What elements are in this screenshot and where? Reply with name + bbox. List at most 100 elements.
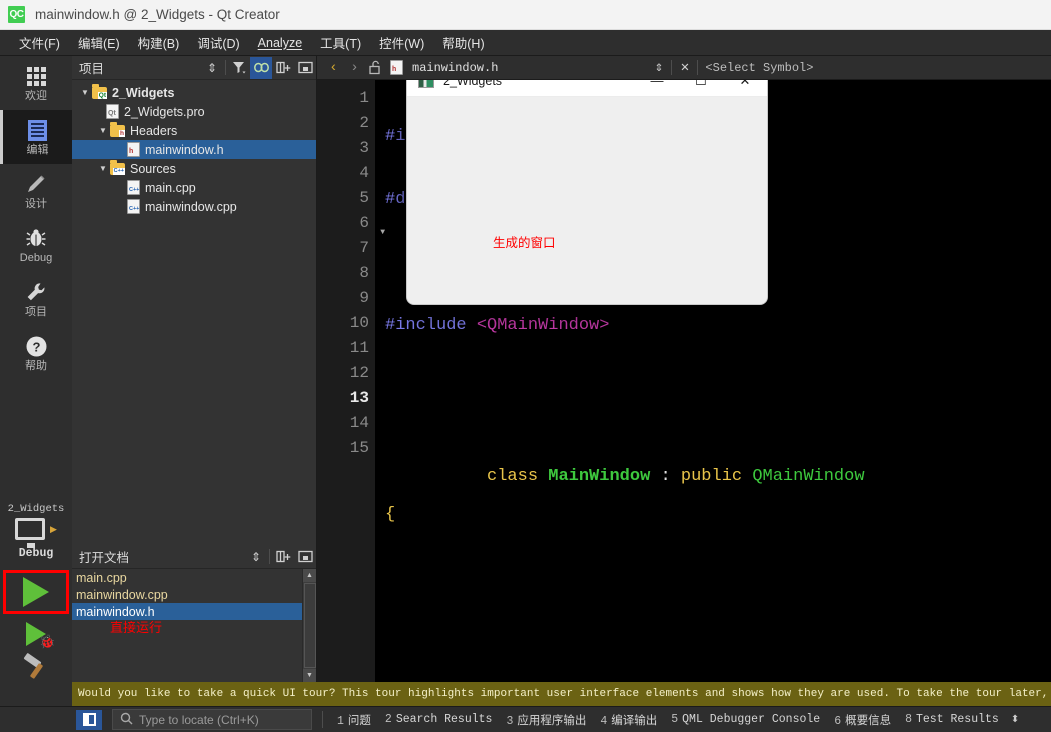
scroll-up-arrow-icon[interactable]: ▲ — [302, 569, 316, 582]
run-button[interactable] — [3, 570, 69, 614]
menu-edit[interactable]: 编辑(E) — [69, 30, 129, 55]
ui-tour-banner[interactable]: Would you like to take a quick UI tour? … — [0, 682, 1051, 706]
mode-welcome[interactable]: 欢迎 — [0, 56, 72, 110]
scroll-down-arrow-icon[interactable]: ▼ — [302, 669, 316, 682]
kit-selector[interactable]: 2_Widgets ▶ Debug 🐞 — [0, 503, 72, 682]
statusbar: Type to locate (Ctrl+K) 1 问题 2 Search Resu… — [0, 706, 1051, 732]
close-panel-icon[interactable] — [294, 57, 316, 79]
app-window-titlebar[interactable]: 2_Widgets — ☐ ✕ — [407, 80, 767, 97]
line-number: 3 — [359, 139, 369, 157]
start-debugging-button[interactable]: 🐞 — [26, 622, 55, 649]
chevron-down-icon[interactable]: ▼ — [96, 126, 110, 135]
code-token: : — [650, 467, 681, 486]
code-token: QMainWindow — [752, 467, 865, 486]
line-number: 1 — [359, 89, 369, 107]
chevron-down-icon[interactable]: ▼ — [78, 88, 92, 97]
menu-help[interactable]: 帮助(H) — [433, 30, 493, 55]
sort-toggle-icon[interactable]: ⇕ — [245, 546, 267, 568]
folder-icon: Qt — [92, 83, 107, 99]
status-panel-compile-output[interactable]: 4 编译输出 — [600, 712, 657, 728]
filter-icon[interactable] — [228, 57, 250, 79]
tree-item-project[interactable]: ▼ Qt 2_Widgets — [72, 83, 316, 102]
panel-number: 1 — [337, 714, 344, 728]
unlocked-padlock-icon[interactable] — [365, 57, 386, 79]
code-line: class MainWindow : public QMainWindow — [385, 439, 1051, 486]
open-documents-list[interactable]: main.cpp mainwindow.cpp mainwindow.h ▲ ▼ — [72, 569, 316, 682]
split-add-icon[interactable] — [272, 546, 294, 568]
open-doc-item[interactable]: mainwindow.h — [72, 603, 316, 620]
code-token: class — [487, 467, 549, 486]
mode-help[interactable]: ? 帮助 — [0, 326, 72, 380]
tree-item-main-cpp[interactable]: C++ main.cpp — [72, 178, 316, 197]
close-x-icon[interactable]: ✕ — [674, 57, 695, 79]
split-add-icon[interactable] — [272, 57, 294, 79]
code-editor[interactable]: 1 2 3 4 5 6 ▼ 7 8 9 10 11 12 13 14 15 #i… — [317, 80, 1051, 682]
tree-item-label: Headers — [130, 123, 178, 138]
menu-widgets[interactable]: 控件(W) — [370, 30, 433, 55]
panel-number: 6 — [834, 714, 842, 728]
close-panel-icon[interactable] — [294, 546, 316, 568]
line-number-current: 13 — [349, 389, 369, 407]
kit-project-name: 2_Widgets — [7, 503, 65, 515]
open-doc-item[interactable]: mainwindow.cpp — [72, 586, 316, 603]
tour-banner-text: Would you like to take a quick UI tour? … — [78, 688, 1051, 700]
locator-input[interactable]: Type to locate (Ctrl+K) — [112, 709, 312, 730]
open-documents-scrollbar[interactable]: ▲ ▼ — [302, 569, 316, 682]
status-panel-app-output[interactable]: 3 应用程序输出 — [506, 712, 586, 728]
kit-expand-arrow-icon: ▶ — [50, 523, 57, 534]
divider — [269, 549, 270, 564]
mode-debug[interactable]: Debug — [0, 218, 72, 272]
app-window-title: 2_Widgets — [443, 80, 503, 88]
panel-label: 概要信息 — [845, 714, 892, 728]
editor-filename[interactable]: mainwindow.h — [412, 61, 498, 75]
status-panel-test-results[interactable]: 8 Test Results — [905, 713, 999, 726]
app-minimize-button[interactable]: — — [635, 80, 679, 97]
tree-item-sources[interactable]: ▼ C++ Sources — [72, 159, 316, 178]
sort-toggle-icon[interactable]: ⇕ — [201, 57, 223, 79]
symbol-selector[interactable]: <Select Symbol> — [705, 61, 813, 75]
menu-build[interactable]: 构建(B) — [129, 30, 189, 55]
updown-arrows-icon[interactable]: ⬍ — [1011, 714, 1019, 725]
tour-banner-spacer — [0, 682, 72, 706]
menu-tools[interactable]: 工具(T) — [311, 30, 370, 55]
sidebar-toggle-icon[interactable] — [76, 709, 102, 730]
open-doc-item[interactable]: main.cpp — [72, 569, 316, 586]
running-app-window[interactable]: 2_Widgets — ☐ ✕ 生成的窗口 — [406, 80, 768, 305]
tree-item-label: Sources — [130, 161, 176, 176]
kit-icon-row[interactable]: ▶ — [15, 518, 57, 548]
tree-item-headers[interactable]: ▼ h Headers — [72, 121, 316, 140]
kit-build-config: Debug — [18, 547, 54, 560]
app-close-button[interactable]: ✕ — [723, 80, 767, 97]
chevron-left-icon[interactable]: ‹ — [323, 57, 344, 79]
menu-debug[interactable]: 调试(D) — [188, 30, 248, 55]
menu-file[interactable]: 文件(F) — [10, 30, 69, 55]
chevron-down-icon[interactable]: ▼ — [96, 164, 110, 173]
mode-projects[interactable]: 项目 — [0, 272, 72, 326]
chevron-right-icon[interactable]: › — [344, 57, 365, 79]
project-tree[interactable]: ▼ Qt 2_Widgets Qt 2_Widgets.pro ▼ h Head… — [72, 80, 316, 545]
scrollbar-thumb[interactable] — [303, 583, 316, 668]
status-panel-overview[interactable]: 6 概要信息 — [834, 712, 891, 728]
pencil-icon — [25, 172, 47, 196]
tree-item-pro-file[interactable]: Qt 2_Widgets.pro — [72, 102, 316, 121]
open-doc-label: main.cpp — [76, 570, 127, 585]
mode-edit[interactable]: 编辑 — [0, 110, 72, 164]
link-sync-icon[interactable] — [250, 56, 272, 79]
app-maximize-button[interactable]: ☐ — [679, 80, 723, 97]
code-token: { — [385, 505, 396, 524]
tree-item-mainwindow-cpp[interactable]: C++ mainwindow.cpp — [72, 197, 316, 216]
desktop-monitor-icon — [15, 518, 46, 548]
status-panel-search-results[interactable]: 2 Search Results — [385, 713, 493, 726]
status-panel-problems[interactable]: 1 问题 — [337, 712, 371, 728]
build-project-button[interactable] — [23, 656, 49, 678]
tree-item-mainwindow-h[interactable]: h mainwindow.h — [72, 140, 316, 159]
fold-marker-icon[interactable]: ▼ — [380, 220, 385, 245]
mode-design[interactable]: 设计 — [0, 164, 72, 218]
status-panel-qml-debugger-console[interactable]: 5 QML Debugger Console — [671, 713, 820, 726]
updown-arrows-icon[interactable]: ⇕ — [648, 57, 669, 79]
code-line: #include <QMainWindow> — [385, 313, 1051, 338]
menu-analyze[interactable]: Analyze — [249, 33, 311, 53]
mode-projects-label: 项目 — [25, 306, 47, 318]
